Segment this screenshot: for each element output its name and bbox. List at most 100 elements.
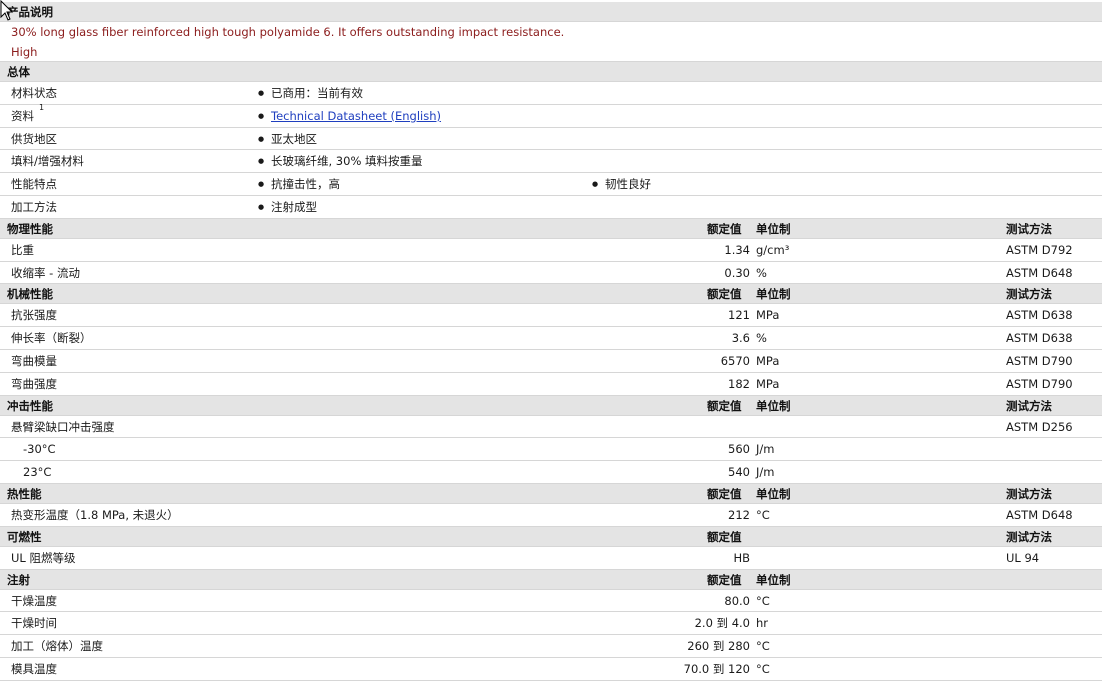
general-row: 加工方法 ● 注射成型 (0, 196, 1102, 219)
property-row: 弯曲强度 182 MPa ASTM D790 (0, 373, 1102, 396)
property-row: 干燥温度 80.0 °C (0, 590, 1102, 613)
unit-header: 单位制 (756, 572, 791, 587)
property-value: 182 (728, 376, 750, 391)
test-method: ASTM D790 (1006, 354, 1073, 368)
product-extra-row: High (0, 42, 1102, 62)
product-description-row: 30% long glass fiber reinforced high tou… (0, 22, 1102, 42)
property-label: 弯曲模量 (11, 354, 57, 368)
general-label: 性能特点 (11, 177, 57, 192)
section-header: 注射 额定值 单位制 (0, 569, 1102, 590)
property-row: -30°C 560 J/m (0, 438, 1102, 462)
bullet-icon: ● (592, 180, 599, 189)
property-row: 抗张强度 121 MPa ASTM D638 (0, 304, 1102, 328)
property-row: 悬臂梁缺口冲击强度 ASTM D256 (0, 416, 1102, 439)
general-value: 韧性良好 (605, 177, 651, 192)
nominal-header: 额定值 (707, 529, 742, 544)
general-row: 填料/增强材料 ● 长玻璃纤维, 30% 填料按重量 (0, 150, 1102, 174)
property-label: 干燥时间 (11, 616, 57, 631)
general-row: 材料状态 ● 已商用：当前有效 (0, 82, 1102, 105)
general-value: 长玻璃纤维, 30% 填料按重量 (271, 154, 423, 169)
bullet-icon: ● (258, 157, 265, 166)
unit-header: 单位制 (756, 287, 791, 302)
nominal-header: 额定值 (707, 487, 742, 501)
property-label: 伸长率（断裂） (11, 331, 92, 346)
test-method: ASTM D256 (1006, 419, 1073, 434)
general-row: 性能特点 ● 抗撞击性，高 ● 韧性良好 (0, 173, 1102, 196)
test-method: ASTM D638 (1006, 308, 1073, 323)
section-header: 机械性能 额定值 单位制 测试方法 (0, 284, 1102, 305)
property-unit: % (756, 265, 767, 280)
property-unit: °C (756, 593, 770, 608)
property-row: 比重 1.34 g/cm³ ASTM D792 (0, 239, 1102, 262)
general-value: 注射成型 (271, 200, 317, 214)
bullet-icon: ● (258, 89, 265, 97)
unit-header: 单位制 (756, 398, 791, 413)
property-label: 弯曲强度 (11, 376, 57, 391)
mouse-cursor-icon (0, 0, 14, 21)
test-method: ASTM D648 (1006, 265, 1073, 280)
property-unit: J/m (756, 465, 775, 480)
nominal-header: 额定值 (707, 572, 742, 587)
property-unit: J/m (756, 442, 775, 457)
property-unit: % (756, 331, 767, 346)
property-value: 560 (728, 442, 750, 457)
method-header: 测试方法 (1006, 287, 1052, 302)
property-label: 干燥温度 (11, 593, 57, 608)
general-row: 供货地区 ● 亚太地区 (0, 128, 1102, 151)
section-title: 热性能 (7, 487, 42, 501)
property-row: 23°C 540 J/m (0, 461, 1102, 484)
nominal-header: 额定值 (707, 221, 742, 236)
section-title: 注射 (7, 572, 30, 587)
property-label: 比重 (11, 242, 34, 257)
property-value: 80.0 (724, 593, 750, 608)
property-row: 热变形温度（1.8 MPa, 未退火） 212 °C ASTM D648 (0, 504, 1102, 527)
property-value: 6570 (720, 354, 750, 368)
general-row: 资料 1 ● Technical Datasheet (English) (0, 103, 1102, 128)
product-extra: High (11, 45, 38, 59)
section-header: 可燃性 额定值 测试方法 (0, 526, 1102, 547)
property-row: 伸长率（断裂） 3.6% ASTM D638 (0, 327, 1102, 350)
general-label: 供货地区 (11, 131, 57, 146)
footnote-marker: 1 (39, 102, 45, 112)
general-label: 填料/增强材料 (11, 154, 84, 169)
method-header: 测试方法 (1006, 487, 1052, 501)
property-row: 模具温度 70.0 到 120 °C (0, 658, 1102, 681)
section-header-general: 总体 (0, 62, 1102, 82)
property-row: 弯曲模量 6570 MPa ASTM D790 (0, 350, 1102, 373)
datasheet-link[interactable]: Technical Datasheet (English) (271, 105, 441, 128)
property-label: -30°C (23, 442, 56, 457)
nominal-header: 额定值 (707, 287, 742, 302)
general-value: 抗撞击性，高 (271, 177, 340, 192)
method-header: 测试方法 (1006, 529, 1052, 544)
property-value: 0.30 (724, 265, 750, 280)
test-method: ASTM D638 (1006, 331, 1073, 346)
method-header: 测试方法 (1006, 221, 1052, 236)
property-unit: °C (756, 662, 770, 676)
property-label: UL 阻燃等级 (11, 550, 76, 565)
bullet-icon: ● (258, 180, 265, 189)
property-row: 加工（熔体）温度 260 到 280 °C (0, 635, 1102, 658)
property-label: 加工（熔体）温度 (11, 639, 103, 654)
property-row: UL 阻燃等级 HB UL 94 (0, 547, 1102, 570)
bullet-icon: ● (258, 111, 265, 120)
property-value: 260 到 280 (687, 639, 750, 654)
nominal-header: 额定值 (707, 398, 742, 413)
product-description: 30% long glass fiber reinforced high tou… (11, 25, 565, 39)
test-method: ASTM D790 (1006, 376, 1073, 391)
method-header: 测试方法 (1006, 398, 1052, 413)
property-value: HB (733, 550, 750, 565)
section-title: 可燃性 (7, 529, 42, 544)
property-value: 212 (728, 508, 750, 522)
property-unit: MPa (756, 376, 780, 391)
test-method: ASTM D792 (1006, 242, 1073, 257)
property-unit: g/cm³ (756, 242, 790, 257)
general-value: 已商用：当前有效 (271, 86, 363, 100)
property-value: 2.0 到 4.0 (694, 616, 750, 631)
section-header: 冲击性能 额定值 单位制 测试方法 (0, 395, 1102, 416)
section-header: 物理性能 额定值 单位制 测试方法 (0, 218, 1102, 239)
property-label: 悬臂梁缺口冲击强度 (11, 419, 115, 434)
property-row: 干燥时间 2.0 到 4.0 hr (0, 612, 1102, 636)
general-label: 资料 (11, 108, 34, 123)
general-label: 材料状态 (11, 86, 57, 100)
general-label: 加工方法 (11, 200, 57, 214)
